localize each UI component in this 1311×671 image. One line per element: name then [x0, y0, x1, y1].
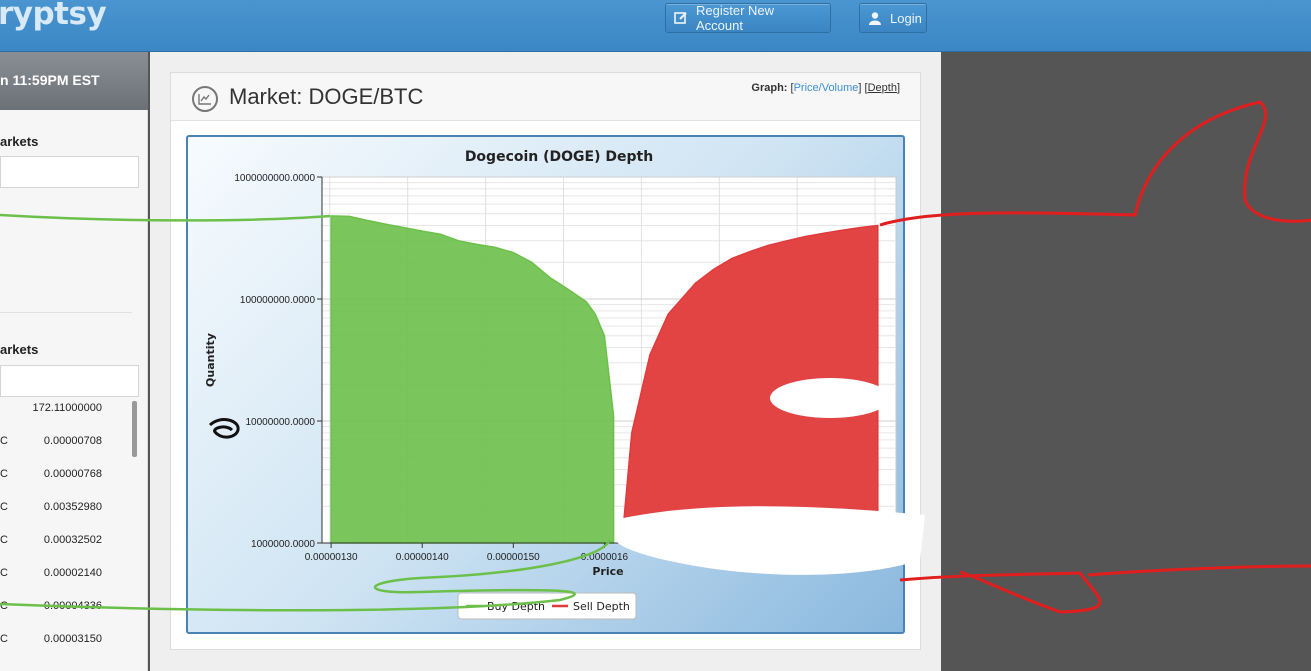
black-scribble [208, 418, 240, 439]
annotation-overlay [0, 100, 1311, 614]
green-scribble-top [0, 213, 331, 222]
red-scribble-shark [879, 100, 1311, 614]
green-scribble-bottom [0, 539, 612, 612]
white-scribble-oval [770, 378, 890, 418]
red-scribble-tail [1087, 564, 1311, 577]
white-scribble-band [615, 506, 925, 575]
